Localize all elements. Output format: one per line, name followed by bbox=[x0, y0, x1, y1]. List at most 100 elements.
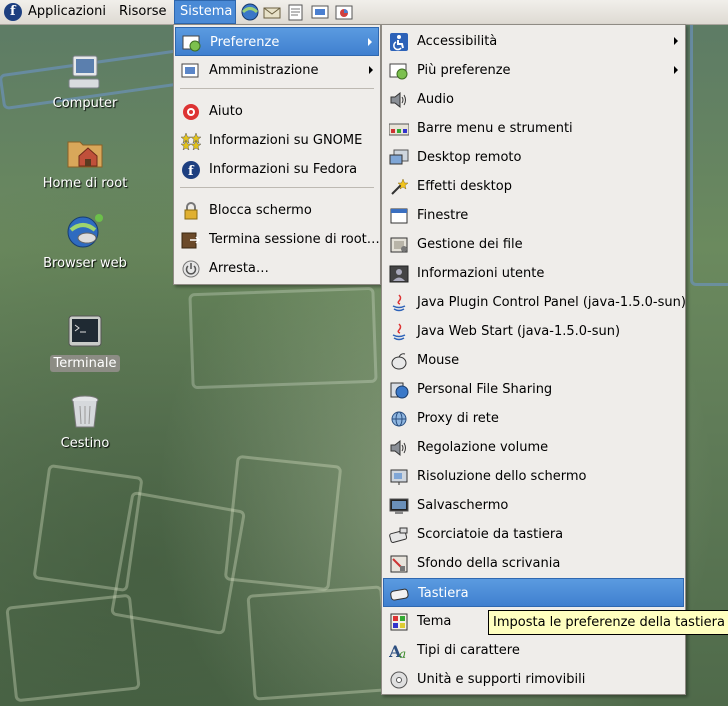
mouse-icon bbox=[389, 352, 409, 370]
preferences-icon bbox=[182, 34, 202, 52]
remote-desktop-icon bbox=[389, 149, 409, 167]
browser-icon[interactable] bbox=[240, 3, 260, 21]
submenu-arrow-icon bbox=[674, 66, 678, 74]
wallpaper-stroke bbox=[188, 286, 378, 390]
gnome-footprint-icon bbox=[180, 132, 202, 151]
menu-item-finestre[interactable]: Finestre bbox=[383, 201, 684, 230]
volume-icon bbox=[389, 439, 409, 457]
more-preferences-icon bbox=[389, 62, 409, 80]
menu-item-termina-sessione[interactable]: Termina sessione di root… bbox=[175, 225, 380, 254]
computer-icon bbox=[65, 52, 105, 92]
desktop-icon-label: Computer bbox=[52, 96, 118, 111]
menu-item-desktop-remoto[interactable]: Desktop remoto bbox=[383, 143, 684, 172]
desktop-icon-label: Browser web bbox=[43, 256, 127, 271]
menu-item-salvaschermo[interactable]: Salvaschermo bbox=[383, 491, 684, 520]
menu-item-blocca-schermo[interactable]: Blocca schermo bbox=[175, 196, 379, 225]
submenu-arrow-icon bbox=[368, 38, 372, 46]
desktop-icon-computer[interactable]: Computer bbox=[35, 52, 135, 112]
menu-item-informazioni-gnome[interactable]: Informazioni su GNOME bbox=[175, 126, 379, 155]
accessibility-icon bbox=[389, 33, 409, 51]
desktop-icon-trash[interactable]: Cestino bbox=[35, 392, 135, 452]
submenu-arrow-icon bbox=[674, 37, 678, 45]
magic-wand-icon bbox=[389, 178, 409, 196]
menu-risorse[interactable]: Risorse bbox=[114, 0, 172, 24]
menu-sistema[interactable]: Sistema bbox=[174, 0, 236, 24]
file-manager-icon bbox=[389, 236, 409, 254]
mail-icon[interactable] bbox=[262, 3, 282, 21]
menu-item-java-web-start[interactable]: Java Web Start (java-1.5.0-sun) bbox=[383, 317, 684, 346]
menu-item-piu-preferenze[interactable]: Più preferenze bbox=[383, 56, 684, 85]
file-sharing-icon bbox=[389, 381, 409, 399]
user-info-icon bbox=[389, 265, 409, 283]
shutdown-icon bbox=[181, 260, 201, 278]
menu-item-effetti-desktop[interactable]: Effetti desktop bbox=[383, 172, 684, 201]
wallpaper-icon bbox=[389, 555, 409, 573]
menu-item-sfondo-scrivania[interactable]: Sfondo della scrivania bbox=[383, 549, 684, 578]
menu-item-risoluzione-schermo[interactable]: Risoluzione dello schermo bbox=[383, 462, 684, 491]
desktop-icon-terminal[interactable]: Terminale bbox=[35, 312, 135, 372]
menu-item-gestione-file[interactable]: Gestione dei file bbox=[383, 230, 684, 259]
menu-item-regolazione-volume[interactable]: Regolazione volume bbox=[383, 433, 684, 462]
menu-item-tastiera[interactable]: Tastiera bbox=[383, 578, 684, 607]
menu-item-accessibilita[interactable]: Accessibilità bbox=[383, 27, 684, 56]
menu-item-amministrazione[interactable]: Amministrazione bbox=[175, 56, 379, 85]
keyboard-shortcuts-icon bbox=[389, 526, 409, 544]
menu-item-proxy-di-rete[interactable]: Proxy di rete bbox=[383, 404, 684, 433]
menu-item-informazioni-fedora[interactable]: f Informazioni su Fedora bbox=[175, 155, 379, 184]
preferenze-submenu: Accessibilità Più preferenze Audio Barre… bbox=[381, 24, 686, 695]
menu-item-mouse[interactable]: Mouse bbox=[383, 346, 684, 375]
sistema-menu: Preferenze Amministrazione Aiuto Informa… bbox=[173, 24, 381, 285]
wallpaper-stroke bbox=[5, 593, 141, 703]
wallpaper-stroke bbox=[246, 585, 390, 701]
java-icon bbox=[389, 294, 409, 312]
writer-icon[interactable] bbox=[286, 3, 306, 21]
screensaver-icon bbox=[389, 497, 409, 515]
screen-resolution-icon bbox=[389, 468, 409, 486]
top-panel: f Applicazioni Risorse Sistema bbox=[0, 0, 728, 25]
menu-item-aiuto[interactable]: Aiuto bbox=[175, 97, 379, 126]
desktop-icon-label: Home di root bbox=[42, 176, 128, 191]
desktop-icon-label: Cestino bbox=[60, 436, 110, 451]
submenu-arrow-icon bbox=[369, 66, 373, 74]
java-icon bbox=[389, 323, 409, 341]
wallpaper-stroke bbox=[223, 454, 343, 592]
menu-item-personal-file-sharing[interactable]: Personal File Sharing bbox=[383, 375, 684, 404]
menu-item-scorciatoie-tastiera[interactable]: Scorciatoie da tastiera bbox=[383, 520, 684, 549]
svg-text:a: a bbox=[399, 647, 406, 660]
home-folder-icon bbox=[65, 132, 105, 172]
theme-icon bbox=[389, 613, 409, 631]
menu-item-tipi-di-carattere[interactable]: Aa Tipi di carattere bbox=[383, 636, 684, 665]
menu-item-preferenze[interactable]: Preferenze bbox=[175, 27, 379, 56]
trash-icon bbox=[65, 392, 105, 432]
calc-icon[interactable] bbox=[334, 3, 354, 21]
menu-item-informazioni-utente[interactable]: Informazioni utente bbox=[383, 259, 684, 288]
keyboard-icon bbox=[390, 585, 410, 603]
administration-icon bbox=[181, 62, 201, 80]
fedora-icon: f bbox=[181, 161, 201, 179]
tooltip: Imposta le preferenze della tastiera bbox=[488, 610, 728, 635]
wallpaper-stroke bbox=[690, 20, 728, 286]
menu-separator bbox=[180, 187, 374, 188]
menu-item-arresta[interactable]: Arresta… bbox=[175, 254, 379, 283]
network-proxy-icon bbox=[389, 410, 409, 428]
menu-item-audio[interactable]: Audio bbox=[383, 85, 684, 114]
menu-applicazioni[interactable]: Applicazioni bbox=[23, 0, 111, 24]
desktop-icon-home[interactable]: Home di root bbox=[35, 132, 135, 192]
toolbar-icon bbox=[388, 120, 410, 138]
removable-media-icon bbox=[389, 671, 409, 689]
web-browser-icon bbox=[65, 212, 105, 252]
desktop-icon-browser[interactable]: Browser web bbox=[35, 212, 135, 272]
desktop-icon-label: Terminale bbox=[49, 355, 121, 372]
fedora-logo-icon[interactable]: f bbox=[4, 3, 22, 21]
logout-icon bbox=[181, 231, 201, 249]
menu-item-barre-menu[interactable]: Barre menu e strumenti bbox=[383, 114, 684, 143]
menu-separator bbox=[180, 88, 374, 89]
speaker-icon bbox=[389, 91, 409, 109]
terminal-icon bbox=[65, 312, 105, 352]
menu-item-unita-supporti[interactable]: Unità e supporti rimovibili bbox=[383, 665, 684, 694]
help-icon bbox=[181, 103, 201, 121]
window-icon bbox=[389, 207, 409, 225]
menu-item-java-plugin[interactable]: Java Plugin Control Panel (java-1.5.0-su… bbox=[383, 288, 686, 317]
impress-icon[interactable] bbox=[310, 3, 330, 21]
font-icon: Aa bbox=[388, 642, 409, 661]
